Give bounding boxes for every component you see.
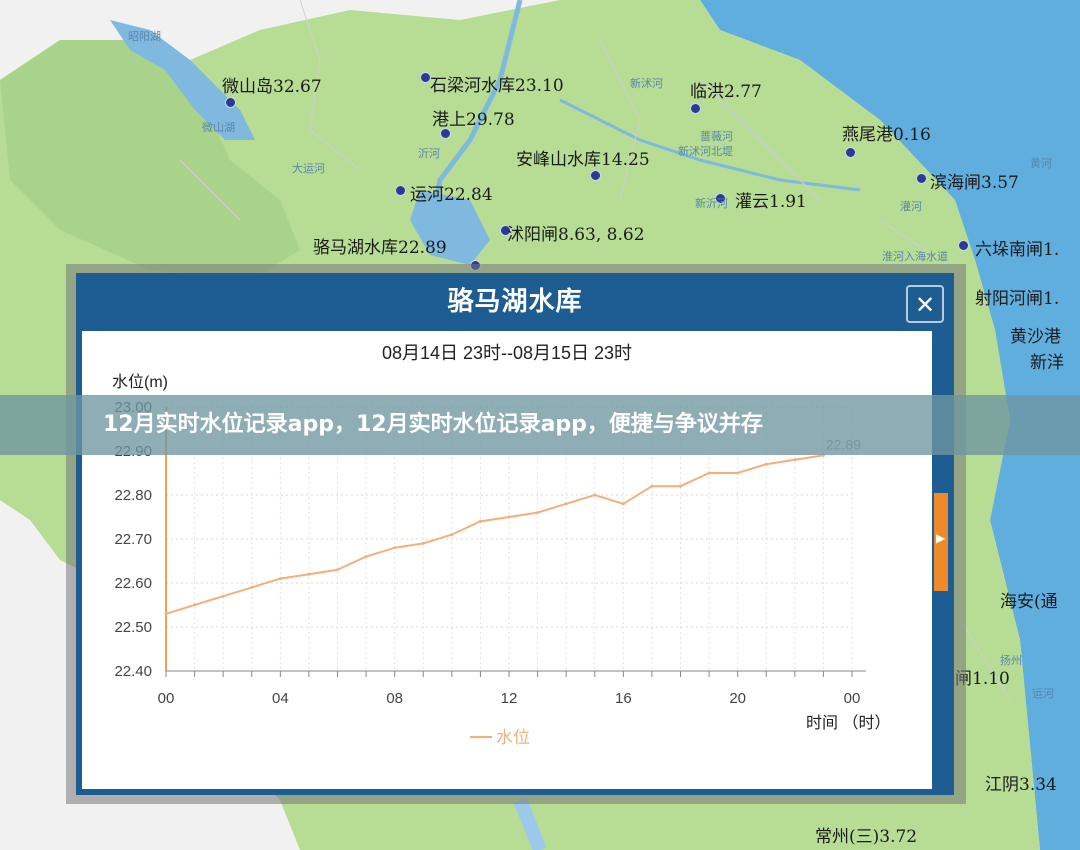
- data-point: [250, 585, 254, 589]
- x-tick-label: 04: [272, 690, 289, 707]
- station-marker[interactable]: [690, 103, 701, 114]
- station-marker[interactable]: [225, 97, 236, 108]
- headline-text: 12月实时水位记录app，12月实时水位记录app，便捷与争议并存: [103, 412, 763, 437]
- data-point: [621, 502, 625, 506]
- x-axis-label: 时间 （时）: [806, 714, 890, 732]
- station-label[interactable]: 微山岛32.67: [222, 72, 322, 97]
- place-label: 新沂河: [695, 197, 728, 210]
- station-label[interactable]: 临洪2.77: [690, 77, 762, 102]
- station-label[interactable]: 黄沙港: [1010, 322, 1061, 347]
- data-point: [593, 493, 597, 497]
- data-point: [393, 546, 397, 550]
- station-label[interactable]: 六垛南闸1.: [975, 235, 1059, 260]
- data-point: [421, 541, 425, 545]
- data-point: [564, 502, 568, 506]
- data-point: [507, 515, 511, 519]
- data-point: [307, 572, 311, 576]
- y-tick-label: 22.40: [114, 663, 152, 680]
- station-label[interactable]: 骆马湖水库22.89: [313, 233, 447, 258]
- station-label[interactable]: 常州(三)3.72: [815, 822, 917, 847]
- y-tick-label: 22.50: [114, 619, 152, 636]
- station-label[interactable]: 沭阳闸8.63, 8.62: [507, 220, 645, 245]
- data-point: [707, 471, 711, 475]
- place-label: 昭阳湖: [128, 30, 161, 43]
- station-marker[interactable]: [845, 147, 856, 158]
- station-marker[interactable]: [590, 170, 601, 181]
- station-label[interactable]: 海安(通: [1000, 587, 1058, 612]
- reservoir-popup: 骆马湖水库 ✕ 08月14日 23时--08月15日 23时水位(m) 时间 （时…: [76, 273, 954, 795]
- chevron-right-icon: ▶: [936, 531, 946, 545]
- data-point: [679, 484, 682, 488]
- data-point: [336, 568, 339, 572]
- x-tick-label: 00: [844, 690, 861, 707]
- station-label[interactable]: 滨海闸3.57: [930, 168, 1019, 193]
- station-marker[interactable]: [958, 240, 969, 251]
- x-tick-label: 20: [729, 690, 746, 707]
- headline-banner: 12月实时水位记录app，12月实时水位记录app，便捷与争议并存: [0, 395, 1080, 455]
- data-point: [364, 555, 368, 559]
- station-label[interactable]: 运河22.84: [410, 180, 493, 205]
- station-label[interactable]: 港上29.78: [432, 105, 515, 130]
- place-label: 微山湖: [202, 121, 235, 134]
- station-label[interactable]: 江阴3.34: [985, 770, 1057, 795]
- x-tick-label: 12: [501, 690, 518, 707]
- place-label: 黄河: [1030, 157, 1052, 170]
- scrollbar-thumb[interactable]: ▶: [934, 493, 948, 591]
- place-label: 新沭河北堤: [678, 145, 733, 158]
- place-label: 淮河入海水道: [882, 250, 948, 263]
- station-label[interactable]: 燕尾港0.16: [842, 120, 931, 145]
- place-label: 大运河: [292, 162, 325, 175]
- data-point: [536, 511, 540, 515]
- data-point: [764, 462, 768, 466]
- legend-label: 水位: [496, 728, 530, 747]
- x-tick-label: 08: [386, 690, 403, 707]
- place-label: 蔷薇河: [700, 130, 733, 143]
- data-point: [736, 471, 740, 475]
- data-point: [193, 603, 197, 607]
- popup-title: 骆马湖水库: [447, 287, 583, 317]
- data-point: [450, 533, 454, 537]
- station-label[interactable]: 射阳河闸1.: [975, 284, 1059, 309]
- station-label[interactable]: 新洋: [1030, 348, 1064, 373]
- data-point: [793, 458, 797, 462]
- data-point: [278, 577, 282, 581]
- data-point: [650, 484, 654, 488]
- station-label[interactable]: 灌云1.91: [735, 187, 807, 212]
- data-point: [221, 594, 225, 598]
- y-tick-label: 22.70: [114, 531, 152, 548]
- y-axis-label: 水位(m): [112, 373, 168, 391]
- y-tick-label: 22.60: [114, 575, 152, 592]
- chart-title: 08月14日 23时--08月15日 23时: [382, 343, 632, 363]
- station-label[interactable]: 安峰山水库14.25: [516, 145, 650, 170]
- place-label: 扬州: [1000, 654, 1022, 667]
- y-tick-label: 22.80: [114, 487, 152, 504]
- place-label: 灌河: [900, 200, 922, 213]
- place-label: 运河: [1032, 687, 1054, 700]
- series-line: [165, 454, 824, 615]
- place-label: 新沭河: [630, 77, 663, 90]
- data-point: [478, 519, 482, 523]
- place-label: 沂河: [418, 147, 440, 160]
- x-tick-label: 00: [158, 690, 175, 707]
- station-marker[interactable]: [916, 173, 927, 184]
- station-label[interactable]: 石梁河水库23.10: [430, 71, 564, 96]
- close-button[interactable]: ✕: [906, 285, 944, 323]
- x-tick-label: 16: [615, 690, 632, 707]
- station-marker[interactable]: [395, 185, 406, 196]
- data-point: [164, 612, 168, 616]
